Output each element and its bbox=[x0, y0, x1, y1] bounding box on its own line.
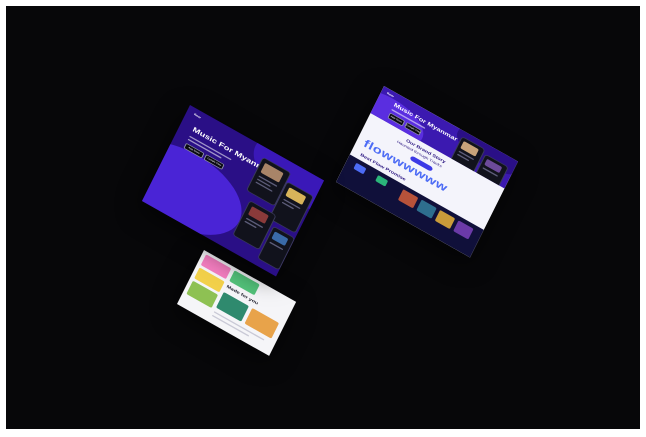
album-card[interactable] bbox=[416, 199, 437, 219]
page-left-mockup: flow Music For Myanmar App Store Google … bbox=[142, 105, 324, 277]
album-art bbox=[484, 158, 503, 174]
download-icon[interactable] bbox=[375, 174, 389, 187]
text-line bbox=[211, 314, 250, 337]
album-card[interactable] bbox=[453, 220, 474, 240]
page-right-mockup: flow Music For Myanmar App Store Google … bbox=[336, 86, 518, 258]
play-icon[interactable] bbox=[353, 162, 367, 175]
brand-logo[interactable]: flow bbox=[193, 112, 201, 119]
mockup-stage: Made for you flow Music For Myanmar App … bbox=[6, 6, 640, 429]
album-card[interactable] bbox=[397, 189, 419, 209]
album-card[interactable] bbox=[434, 209, 456, 230]
orange-tile bbox=[244, 307, 280, 339]
